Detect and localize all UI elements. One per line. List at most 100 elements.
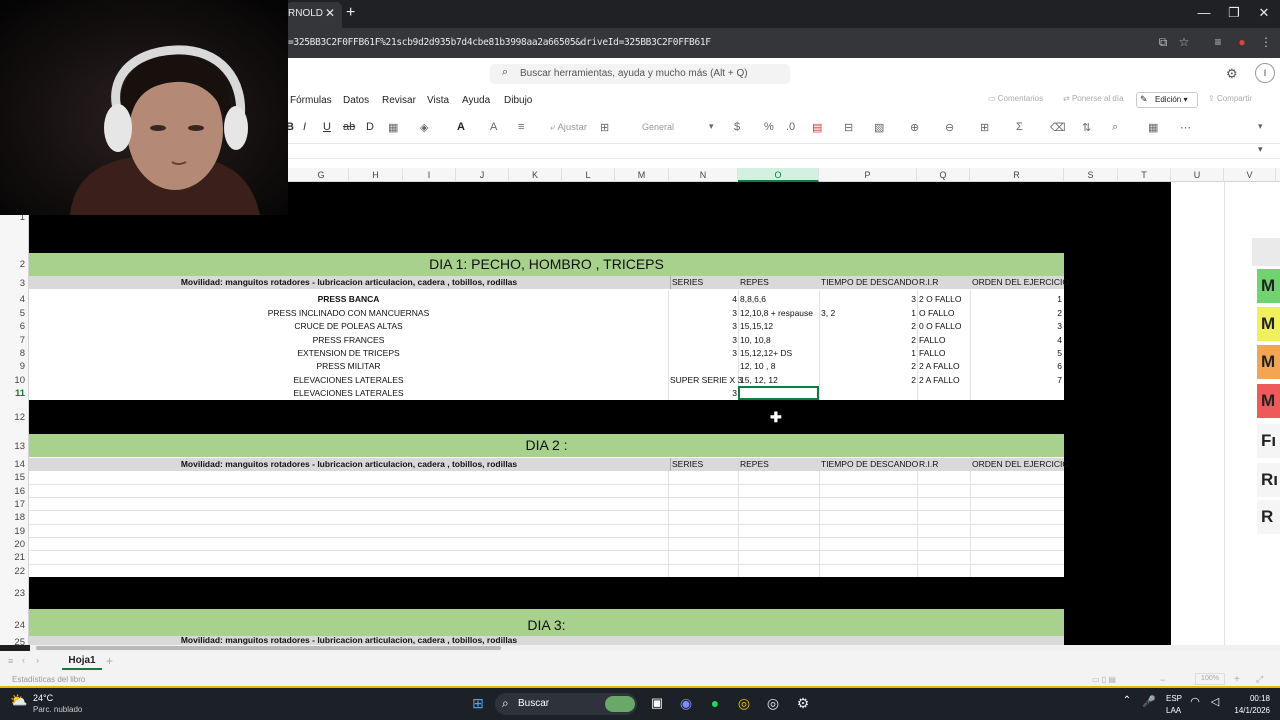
exercise-name[interactable]: PRESS FRANCES (29, 334, 668, 347)
exercise-name[interactable]: PRESS BANCA (29, 293, 668, 306)
side-label-orange[interactable]: M (1257, 345, 1280, 379)
exercise-order[interactable]: 6 (971, 360, 1062, 373)
col-header-m[interactable]: M (615, 168, 669, 182)
weather-desc[interactable]: Parc. nublado (33, 705, 82, 714)
minimize-button[interactable]: — (1194, 5, 1214, 20)
row-number[interactable]: 7 (0, 335, 28, 346)
catchup-button[interactable]: ⇄ Ponerse al día (1063, 94, 1124, 103)
exercise-rir[interactable]: FALLO (919, 347, 945, 360)
row-number[interactable]: 24 (0, 620, 28, 631)
side-label-red[interactable]: M (1257, 384, 1280, 418)
weather-icon[interactable]: ⛅ (10, 692, 27, 709)
exercise-repes[interactable]: 12, 10 , 8 (740, 360, 775, 373)
microphone-icon[interactable]: 🎤 (1138, 695, 1160, 713)
exercise-rir[interactable]: 0 O FALLO (919, 320, 962, 333)
row-number[interactable]: 15 (0, 472, 28, 483)
side-label-green[interactable]: M (1257, 269, 1280, 303)
italic-icon[interactable]: I (303, 121, 306, 133)
col-header-u[interactable]: U (1171, 168, 1224, 182)
menu-vista[interactable]: Vista (427, 95, 449, 106)
account-avatar[interactable]: I (1255, 63, 1275, 83)
exercise-series[interactable]: 3 (669, 320, 737, 333)
exercise-order[interactable]: 1 (971, 293, 1062, 306)
merge-icon[interactable]: ⊞ (600, 121, 609, 134)
exercise-series[interactable]: 3 (669, 387, 737, 400)
col-header-q[interactable]: Q (917, 168, 970, 182)
url-text[interactable]: =325BB3C2F0FFB61F%21scb9d2d935b7d4cbe81b… (288, 37, 711, 48)
day2-mobility[interactable]: Movilidad: manguitos rotadores - lubrica… (29, 458, 669, 471)
day1-mobility[interactable]: Movilidad: manguitos rotadores - lubrica… (29, 276, 669, 289)
row-number[interactable]: 4 (0, 294, 28, 305)
row-number[interactable]: 9 (0, 361, 28, 372)
language-code[interactable]: ESP (1166, 694, 1182, 703)
bookmark-star-icon[interactable]: ☆ (1176, 35, 1192, 49)
double-underline-icon[interactable]: D (366, 121, 374, 133)
exercise-name[interactable]: PRESS MILITAR (29, 360, 668, 373)
exercise-name[interactable]: PRESS INCLINADO CON MANCUERNAS (29, 307, 668, 320)
header-rir[interactable]: R.I.R (919, 458, 938, 471)
exercise-rest[interactable]: 2 (820, 360, 916, 373)
row-number[interactable]: 18 (0, 512, 28, 523)
install-app-icon[interactable]: ⧉ (1155, 35, 1171, 50)
exercise-order[interactable]: 5 (971, 347, 1062, 360)
scroll-left-icon[interactable]: ‹ (22, 655, 25, 665)
exercise-rest[interactable]: 1 (820, 347, 916, 360)
col-header-h[interactable]: H (349, 168, 403, 182)
clock-time[interactable]: 00:18 (1226, 694, 1270, 703)
tab-close-icon[interactable]: ✕ (324, 6, 336, 20)
browser-menu-icon[interactable]: ⋮ (1258, 35, 1274, 49)
font-color-icon[interactable]: A (457, 121, 465, 133)
fill-color-icon[interactable]: ◈ (420, 121, 428, 134)
day2-title[interactable]: DIA 2 : (29, 434, 1064, 457)
chevron-down-icon[interactable]: ▾ (709, 121, 714, 132)
exercise-rest[interactable]: 2 (820, 374, 916, 387)
exercise-rir[interactable]: 2 O FALLO (919, 293, 962, 306)
exercise-order[interactable]: 3 (971, 320, 1062, 333)
row-number[interactable]: 19 (0, 526, 28, 537)
row-number[interactable]: 6 (0, 321, 28, 332)
exercise-name[interactable]: CRUCE DE POLEAS ALTAS (29, 320, 668, 333)
fullscreen-icon[interactable]: ⤢ (1256, 674, 1263, 685)
menu-ayuda[interactable]: Ayuda (462, 95, 490, 106)
exercise-name[interactable]: ELEVACIONES LATERALES (29, 387, 668, 400)
row-number[interactable]: 21 (0, 552, 28, 563)
zoom-in-icon[interactable]: + (1234, 674, 1240, 685)
exercise-order[interactable]: 4 (971, 334, 1062, 347)
chrome-profile-icon[interactable]: ◎ (762, 695, 784, 713)
clock-date[interactable]: 14/1/2026 (1226, 706, 1270, 715)
header-rir[interactable]: R.I.R (919, 276, 938, 289)
exercise-repes[interactable]: 10, 10,8 (740, 334, 771, 347)
exercise-repes[interactable]: 12,10,8 + respause (740, 307, 813, 320)
format-table-icon[interactable]: ⊟ (844, 121, 853, 134)
col-header-n[interactable]: N (669, 168, 738, 182)
add-ins-icon[interactable]: ▦ (1148, 121, 1158, 134)
menu-formulas[interactable]: Fórmulas (290, 95, 332, 106)
header-orden[interactable]: ORDEN DEL EJERCICIO (972, 276, 1069, 289)
row-number[interactable]: 2 (0, 259, 28, 270)
tool-search-input[interactable]: Buscar herramientas, ayuda y mucho más (… (490, 64, 790, 84)
exercise-series[interactable]: 3 (669, 347, 737, 360)
col-header-i[interactable]: I (403, 168, 456, 182)
ribbon-collapse-icon[interactable]: ▾ (1258, 121, 1263, 132)
tray-overflow-icon[interactable]: ⌃ (1116, 695, 1138, 713)
col-header-g[interactable]: G (294, 168, 349, 182)
row-number-selected[interactable]: 11 (0, 388, 28, 399)
active-cell-o11[interactable] (738, 386, 819, 400)
row-number[interactable]: 25 (0, 637, 28, 648)
col-header-r[interactable]: R (970, 168, 1064, 182)
zoom-select[interactable]: 100% (1195, 673, 1225, 685)
exercise-rir[interactable]: O FALLO (919, 307, 954, 320)
header-descanso[interactable]: TIEMPO DE DESCANDO (821, 458, 918, 471)
decimal-icon[interactable]: .0 (786, 121, 795, 133)
exercise-repes[interactable]: 15,15,12 (740, 320, 773, 333)
header-orden[interactable]: ORDEN DEL EJERCICIO (972, 458, 1069, 471)
exercise-series[interactable]: 4 (669, 293, 737, 306)
settings-app-icon[interactable]: ⚙ (792, 695, 814, 713)
exercise-rir[interactable]: FALLO (919, 334, 945, 347)
sort-filter-icon[interactable]: ⇅ (1082, 121, 1091, 134)
spotify-icon[interactable]: ● (704, 695, 726, 713)
keyboard-layout[interactable]: LAA (1166, 706, 1181, 715)
row-number[interactable]: 23 (0, 588, 28, 599)
exercise-name[interactable]: ELEVACIONES LATERALES (29, 374, 668, 387)
delete-cells-icon[interactable]: ⊖ (945, 121, 954, 134)
